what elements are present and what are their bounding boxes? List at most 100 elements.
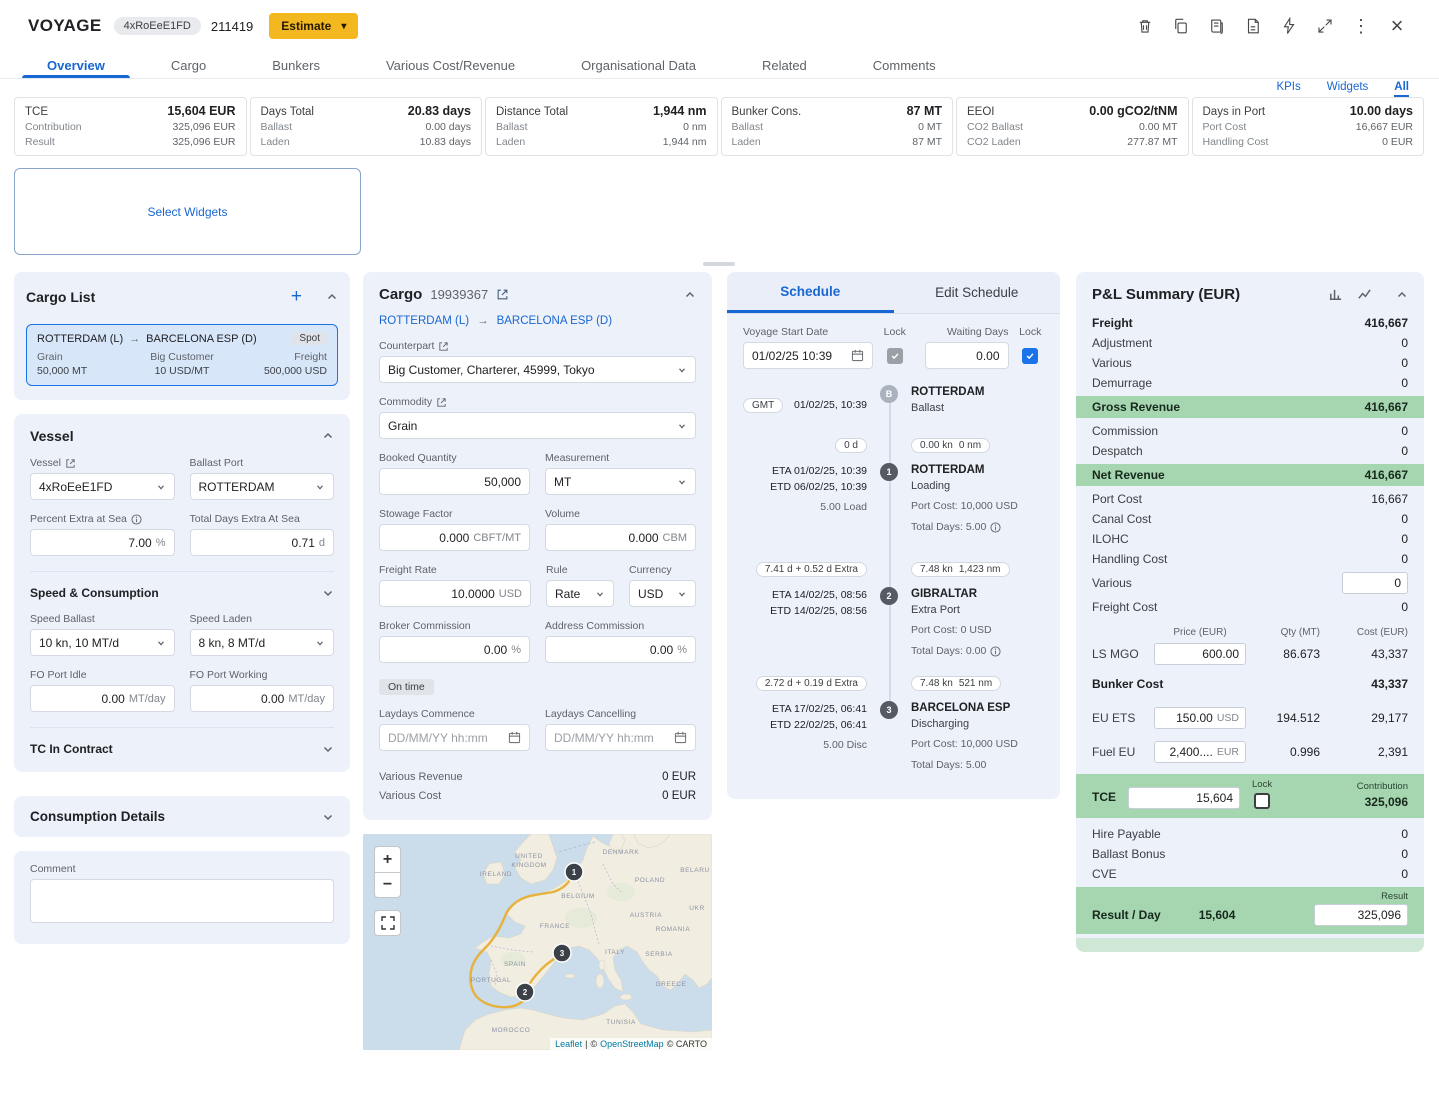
address-commission-input[interactable]: 0.00%	[545, 636, 696, 663]
bar-chart-icon[interactable]	[1328, 287, 1343, 302]
comment-input[interactable]	[30, 879, 334, 923]
estimate-button[interactable]: Estimate ▾	[269, 13, 358, 39]
open-cargo-icon[interactable]	[496, 288, 509, 301]
kpi-row: TCE15,604 EUR Contribution325,096 EUR Re…	[14, 97, 1424, 156]
counterpart-select[interactable]: Big Customer, Charterer, 45999, Tokyo	[379, 356, 696, 383]
fo-port-idle-input[interactable]: 0.00MT/day	[30, 685, 175, 712]
ls-mgo-price-input[interactable]: 600.00	[1154, 643, 1246, 665]
toggle-kpis[interactable]: KPIs	[1276, 81, 1300, 97]
measurement-select[interactable]: MT	[545, 468, 696, 495]
select-widgets-link[interactable]: Select Widgets	[147, 205, 227, 219]
toggle-all[interactable]: All	[1394, 81, 1409, 97]
line-chart-icon[interactable]	[1357, 287, 1372, 302]
speed-ballast-select[interactable]: 10 kn, 10 MT/d	[30, 629, 175, 656]
result-input[interactable]: 325,096	[1314, 904, 1408, 926]
volume-input[interactable]: 0.000CBM	[545, 524, 696, 551]
volume-label: Volume	[545, 508, 580, 520]
osm-link[interactable]: OpenStreetMap	[600, 1039, 664, 1049]
currency-select[interactable]: USD	[629, 580, 696, 607]
voyage-start-input[interactable]: 01/02/25 10:39	[743, 342, 873, 369]
freight-rate-input[interactable]: 10.0000USD	[379, 580, 531, 607]
collapse-vessel-icon[interactable]	[322, 430, 334, 442]
timezone-chip[interactable]: GMT	[743, 398, 783, 413]
tab-edit-schedule[interactable]: Edit Schedule	[894, 272, 1061, 313]
pnl-net-revenue: Net Revenue416,667	[1076, 464, 1424, 486]
map-label: GREECE	[655, 981, 686, 988]
calendar-icon[interactable]	[508, 731, 521, 744]
collapse-cargo-form-icon[interactable]	[684, 289, 696, 301]
voyage-start-lock-checkbox[interactable]	[887, 348, 903, 364]
expand-tc-contract-icon[interactable]	[322, 743, 334, 755]
tab-related[interactable]: Related	[729, 52, 840, 78]
expand-consumption-icon[interactable]	[322, 811, 334, 823]
quick-action-icon[interactable]	[1275, 12, 1303, 40]
collapse-pnl-icon[interactable]	[1396, 289, 1408, 301]
booked-quantity-input[interactable]: 50,000	[379, 468, 530, 495]
rule-select[interactable]: Rate	[546, 580, 614, 607]
stop-eta: ETA 17/02/25, 06:41	[743, 701, 867, 717]
leg-speed-chip: 7.48 kn1,423 nm	[911, 562, 1010, 577]
tce-lock-checkbox[interactable]	[1254, 793, 1270, 809]
fuel-eu-price-input[interactable]: 2,400....EUR	[1154, 741, 1246, 763]
panel-resize-handle[interactable]	[703, 262, 735, 266]
tce-input[interactable]: 15,604	[1128, 787, 1240, 809]
stowage-factor-input[interactable]: 0.000CBFT/MT	[379, 524, 530, 551]
route-map[interactable]: UNITED KINGDOM IRELAND DENMARK BELARU PO…	[363, 834, 712, 1050]
external-link-icon[interactable]	[436, 397, 447, 408]
eu-ets-price-input[interactable]: 150.00USD	[1154, 707, 1246, 729]
collapse-cargo-list-icon[interactable]	[326, 291, 338, 303]
ballast-port-select[interactable]: ROTTERDAM	[190, 473, 335, 500]
copy-icon[interactable]	[1167, 12, 1195, 40]
fo-port-working-input[interactable]: 0.00MT/day	[190, 685, 335, 712]
leaflet-link[interactable]: Leaflet	[555, 1039, 582, 1049]
export-pdf-icon[interactable]	[1239, 12, 1267, 40]
fullscreen-icon[interactable]	[1311, 12, 1339, 40]
waiting-days-lock-checkbox[interactable]	[1022, 348, 1038, 364]
cargo-list-item[interactable]: ROTTERDAM (L) → BARCELONA ESP (D) Spot G…	[26, 324, 338, 386]
calendar-icon[interactable]	[674, 731, 687, 744]
days-extra-input[interactable]: 0.71d	[190, 529, 335, 556]
delete-icon[interactable]	[1131, 12, 1159, 40]
various-cost-input[interactable]: 0	[1342, 572, 1408, 594]
zoom-out-button[interactable]: −	[374, 872, 401, 898]
info-icon[interactable]	[990, 646, 1001, 657]
expand-speed-consumption-icon[interactable]	[322, 587, 334, 599]
stowage-factor-label: Stowage Factor	[379, 508, 453, 520]
laydays-cancelling-input[interactable]: DD/MM/YY hh:mm	[545, 724, 696, 751]
zoom-in-button[interactable]: +	[374, 846, 401, 872]
stop-note: 5.00 Load	[743, 501, 867, 513]
tab-comments[interactable]: Comments	[840, 52, 969, 78]
commodity-label: Commodity	[379, 396, 432, 408]
speed-laden-select[interactable]: 8 kn, 8 MT/d	[190, 629, 335, 656]
pnl-row-canal-cost: Canal Cost0	[1076, 509, 1424, 529]
load-port-link[interactable]: ROTTERDAM (L)	[379, 315, 469, 327]
tab-schedule[interactable]: Schedule	[727, 272, 894, 313]
toggle-widgets[interactable]: Widgets	[1327, 81, 1369, 97]
journal-icon[interactable]	[1203, 12, 1231, 40]
pnl-row-demurrage: Demurrage0	[1076, 373, 1424, 393]
more-icon[interactable]: ⋮	[1347, 12, 1375, 40]
info-icon[interactable]	[990, 522, 1001, 533]
stop-total-days: Total Days: 5.00	[911, 520, 986, 535]
tab-cargo[interactable]: Cargo	[138, 52, 239, 78]
add-cargo-icon[interactable]: +	[291, 286, 302, 308]
pnl-summary-panel: P&L Summary (EUR) Freight416,667 Adjustm…	[1076, 272, 1424, 952]
tab-organisational-data[interactable]: Organisational Data	[548, 52, 729, 78]
map-label: ROMANIA	[656, 926, 691, 933]
tab-various-cost-revenue[interactable]: Various Cost/Revenue	[353, 52, 548, 78]
broker-commission-input[interactable]: 0.00%	[379, 636, 530, 663]
info-icon[interactable]	[131, 514, 142, 525]
close-icon[interactable]: ×	[1383, 12, 1411, 40]
waiting-days-input[interactable]: 0.00	[925, 342, 1009, 369]
calendar-icon[interactable]	[851, 349, 864, 362]
tab-overview[interactable]: Overview	[14, 52, 138, 78]
commodity-select[interactable]: Grain	[379, 412, 696, 439]
external-link-icon[interactable]	[65, 458, 76, 469]
external-link-icon[interactable]	[438, 341, 449, 352]
laydays-commence-input[interactable]: DD/MM/YY hh:mm	[379, 724, 530, 751]
percent-extra-input[interactable]: 7.00%	[30, 529, 175, 556]
map-fullscreen-button[interactable]	[374, 910, 401, 936]
vessel-select[interactable]: 4xRoEeE1FD	[30, 473, 175, 500]
discharge-port-link[interactable]: BARCELONA ESP (D)	[497, 315, 612, 327]
tab-bunkers[interactable]: Bunkers	[239, 52, 353, 78]
